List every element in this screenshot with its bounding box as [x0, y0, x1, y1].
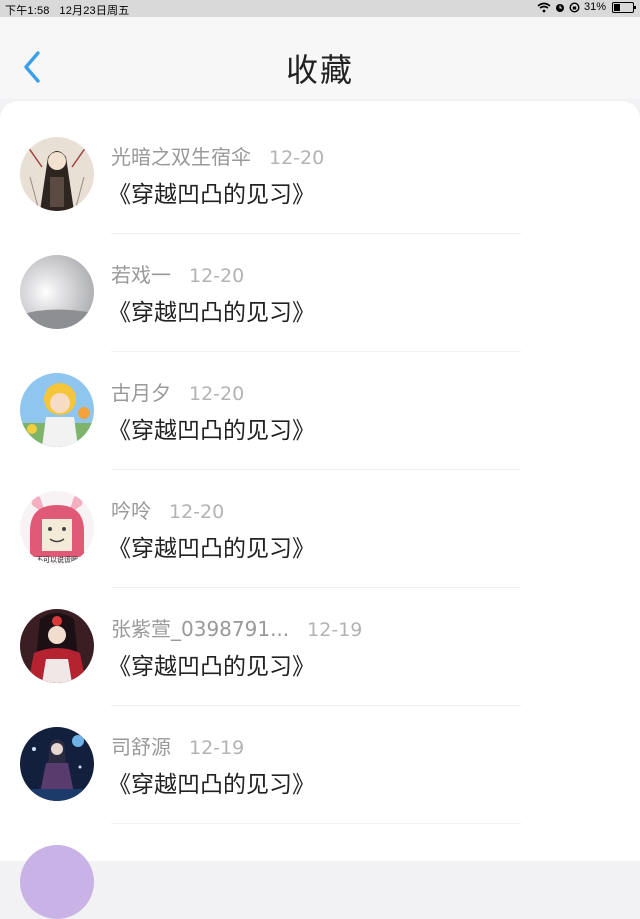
list-item[interactable]: 光暗之双生宿伞 12-20 《穿越凹凸的见习》: [0, 101, 640, 219]
item-date: 12-20: [269, 147, 325, 169]
battery-icon: [612, 1, 636, 13]
status-time: 下午1:58: [5, 5, 50, 17]
list-item[interactable]: 不可以说谎噢 吟呤 12-20 《穿越凹凸的见习》: [0, 455, 640, 573]
status-icons: 31%: [537, 1, 636, 13]
book-title[interactable]: 《穿越凹凸的见习》: [108, 411, 315, 445]
wifi-icon: [537, 2, 551, 12]
book-title[interactable]: 《穿越凹凸的见习》: [108, 647, 315, 681]
alarm-icon: [555, 3, 564, 12]
avatar[interactable]: [20, 373, 94, 447]
book-title[interactable]: 《穿越凹凸的见习》: [108, 529, 315, 563]
book-title[interactable]: 《穿越凹凸的见习》: [108, 175, 315, 209]
book-title[interactable]: 《穿越凹凸的见习》: [108, 765, 315, 799]
avatar[interactable]: [20, 255, 94, 329]
item-name-line: 司舒源 12-19: [111, 731, 244, 760]
list-item[interactable]: 司舒源 12-19 《穿越凹凸的见习》: [0, 691, 640, 809]
avatar[interactable]: [20, 137, 94, 211]
user-name[interactable]: 古月夕: [111, 381, 171, 405]
item-name-line: 张紫萱_0398791... 12-19: [111, 613, 362, 642]
list-item[interactable]: 若戏一 12-20 《穿越凹凸的见习》: [0, 219, 640, 337]
avatar-meme-text: 不可以说谎噢: [36, 555, 78, 564]
item-name-line: 吟呤 12-20: [111, 495, 224, 524]
status-bar: 下午1:58 12月23日周五 31%: [0, 0, 640, 17]
avatar[interactable]: 不可以说谎噢: [20, 491, 94, 565]
item-date: 12-20: [189, 265, 245, 287]
header: 收藏: [0, 17, 640, 99]
item-date: 12-19: [307, 619, 363, 641]
status-date: 12月23日周五: [59, 5, 130, 17]
divider: [111, 823, 521, 824]
list-item[interactable]: 古月夕 12-20 《穿越凹凸的见习》: [0, 337, 640, 455]
item-name-line: 光暗之双生宿伞 12-20: [111, 141, 324, 170]
avatar[interactable]: [20, 727, 94, 801]
user-name[interactable]: 张紫萱_0398791...: [111, 617, 289, 641]
avatar[interactable]: [20, 609, 94, 683]
user-name[interactable]: 司舒源: [111, 735, 171, 759]
avatar[interactable]: [20, 845, 94, 919]
page-title: 收藏: [285, 51, 354, 89]
book-title[interactable]: 《穿越凹凸的见习》: [108, 293, 315, 327]
list-item[interactable]: 张紫萱_0398791... 12-19 《穿越凹凸的见习》: [0, 573, 640, 691]
user-name[interactable]: 吟呤: [111, 499, 151, 523]
item-date: 12-20: [169, 501, 225, 523]
favorites-list: 光暗之双生宿伞 12-20 《穿越凹凸的见习》 若戏一 12-20 《穿越凹凸的…: [0, 101, 640, 919]
item-date: 12-19: [189, 737, 245, 759]
item-name-line: 古月夕 12-20: [111, 377, 244, 406]
user-name[interactable]: 若戏一: [111, 263, 171, 287]
battery-percent: 31%: [583, 1, 606, 13]
status-time-date: 下午1:58 12月23日周五: [5, 2, 129, 18]
item-name-line: 若戏一 12-20: [111, 259, 244, 288]
user-name[interactable]: 光暗之双生宿伞: [111, 145, 251, 169]
orientation-lock-icon: [569, 1, 580, 13]
item-date: 12-20: [189, 383, 245, 405]
battery-fill: [614, 3, 620, 11]
